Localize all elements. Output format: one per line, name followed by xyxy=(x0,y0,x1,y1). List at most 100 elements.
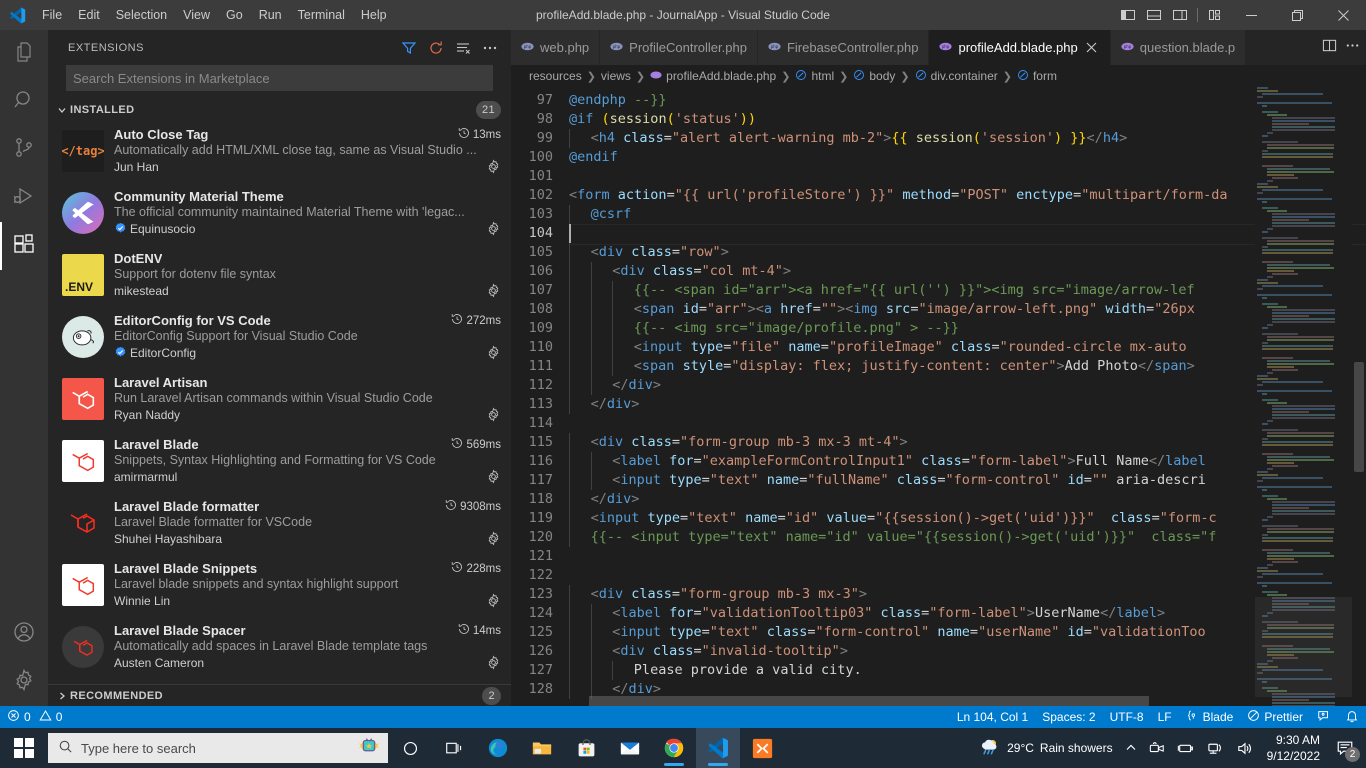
meet-now-icon[interactable] xyxy=(1143,728,1171,768)
list-item[interactable]: Laravel Artisan Run Laravel Artisan comm… xyxy=(48,369,511,431)
status-eol[interactable]: LF xyxy=(1151,706,1179,728)
code-line[interactable]: <label for="exampleFormControlInput1" cl… xyxy=(569,452,1366,471)
list-item[interactable]: Laravel Blade formatter 9308ms Laravel B… xyxy=(48,493,511,555)
code-line[interactable]: <label for="validationTooltip03" class="… xyxy=(569,604,1366,623)
taskbar-visual-studio-code-icon[interactable] xyxy=(696,728,740,768)
taskbar-google-chrome-icon[interactable] xyxy=(652,728,696,768)
code-line[interactable]: </div> xyxy=(569,376,1366,395)
breadcrumb-item-form[interactable]: form xyxy=(1017,69,1057,84)
extensions-list[interactable]: </tag> Auto Close Tag 13ms Automatically… xyxy=(48,121,511,684)
window-restore-button[interactable] xyxy=(1274,0,1320,30)
list-item[interactable]: Community Material Theme The official co… xyxy=(48,183,511,245)
status-cursor-position[interactable]: Ln 104, Col 1 xyxy=(950,706,1035,728)
code-line[interactable]: @endif xyxy=(569,148,1366,167)
status-indentation[interactable]: Spaces: 2 xyxy=(1035,706,1102,728)
code-line[interactable]: <div class="row"> xyxy=(569,243,1366,262)
vertical-scrollbar[interactable] xyxy=(1352,87,1366,706)
extension-manage-gear-icon[interactable] xyxy=(486,159,501,174)
breadcrumb-item-div-container[interactable]: div.container xyxy=(915,69,998,84)
code-line[interactable]: <input type="text" name="id" value="{{se… xyxy=(569,509,1366,528)
code-line[interactable]: <div class="invalid-tooltip"> xyxy=(569,642,1366,661)
code-line[interactable]: @if (session('status')) xyxy=(569,110,1366,129)
code-line[interactable]: @csrf xyxy=(569,205,1366,224)
breadcrumb-item-views[interactable]: views xyxy=(601,69,631,83)
breadcrumb-item-file[interactable]: profileAdd.blade.php xyxy=(650,69,776,84)
taskbar-search-box[interactable]: Type here to search xyxy=(48,733,388,763)
refresh-icon[interactable] xyxy=(425,37,447,59)
code-content[interactable]: @endphp --}} @if (session('status')) <h4 c… xyxy=(569,87,1366,706)
show-hidden-icons-button[interactable] xyxy=(1119,728,1143,768)
menu-go[interactable]: Go xyxy=(218,0,251,30)
code-line[interactable]: </div> xyxy=(569,395,1366,414)
taskbar-task-view-icon[interactable] xyxy=(432,728,476,768)
toggle-secondary-sidebar-icon[interactable] xyxy=(1167,0,1193,30)
code-line[interactable] xyxy=(569,547,1366,566)
horizontal-scrollbar[interactable] xyxy=(569,696,1255,706)
tab-profilecontroller-php[interactable]: php ProfileController.php xyxy=(600,30,758,65)
code-lines[interactable]: @endphp --}} @if (session('status')) <h4 c… xyxy=(569,91,1366,699)
extension-manage-gear-icon[interactable] xyxy=(486,407,501,422)
code-line[interactable] xyxy=(569,167,1366,186)
toggle-primary-sidebar-icon[interactable] xyxy=(1115,0,1141,30)
code-line[interactable]: <span style="display: flex; justify-cont… xyxy=(569,357,1366,376)
filter-icon[interactable] xyxy=(398,37,420,59)
code-line[interactable]: {{-- <input type="text" name="id" value=… xyxy=(569,528,1366,547)
customize-layout-icon[interactable] xyxy=(1202,0,1228,30)
menu-file[interactable]: File xyxy=(34,0,70,30)
status-encoding[interactable]: UTF-8 xyxy=(1103,706,1151,728)
extension-manage-gear-icon[interactable] xyxy=(486,531,501,546)
code-line[interactable]: <h4 class="alert alert-warning mb-2">{{ … xyxy=(569,129,1366,148)
status-problems[interactable]: 0 0 xyxy=(0,706,69,728)
menu-help[interactable]: Help xyxy=(353,0,395,30)
tab-profileadd-blade-php[interactable]: php profileAdd.blade.php xyxy=(929,30,1111,65)
activity-item-run-and-debug[interactable] xyxy=(0,174,48,222)
code-line[interactable]: {{-- <span id="arr"><a href="{{ url('') … xyxy=(569,281,1366,300)
list-item[interactable]: </tag> Auto Close Tag 13ms Automatically… xyxy=(48,121,511,183)
notification-center-button[interactable]: 2 xyxy=(1328,728,1362,768)
clear-search-results-icon[interactable] xyxy=(452,37,474,59)
window-minimize-button[interactable] xyxy=(1228,0,1274,30)
extension-manage-gear-icon[interactable] xyxy=(486,345,501,360)
activity-item-explorer[interactable] xyxy=(0,30,48,78)
code-line[interactable]: {{-- <img src="image/profile.png" > --}} xyxy=(569,319,1366,338)
code-line[interactable]: <input type="file" name="profileImage" c… xyxy=(569,338,1366,357)
code-line[interactable]: </div> xyxy=(569,490,1366,509)
code-line[interactable]: <input type="text" class="form-control" … xyxy=(569,623,1366,642)
status-language-mode[interactable]: Blade xyxy=(1179,706,1241,728)
status-feedback[interactable] xyxy=(1310,706,1338,728)
weather-widget[interactable]: 29°C Rain showers xyxy=(973,728,1119,768)
list-item[interactable]: Laravel Blade 569ms Snippets, Syntax Hig… xyxy=(48,431,511,493)
battery-icon[interactable] xyxy=(1171,728,1201,768)
code-line[interactable]: <form action="{{ url('profileStore') }}"… xyxy=(569,186,1366,205)
list-item[interactable]: Laravel Blade Spacer 14ms Automatically … xyxy=(48,617,511,679)
code-line[interactable] xyxy=(569,414,1366,433)
minimap[interactable] xyxy=(1255,87,1352,706)
breadcrumb-item-resources[interactable]: resources xyxy=(529,69,582,83)
list-item[interactable]: Laravel Blade Snippets 228ms Laravel bla… xyxy=(48,555,511,617)
tab-firebasecontroller-php[interactable]: php FirebaseController.php xyxy=(757,30,930,65)
code-line[interactable]: <div class="form-group mb-3 mx-3 mt-4"> xyxy=(569,433,1366,452)
toggle-panel-icon[interactable] xyxy=(1141,0,1167,30)
window-close-button[interactable] xyxy=(1320,0,1366,30)
search-extensions-input[interactable] xyxy=(66,65,493,91)
list-item[interactable]: EditorConfig for VS Code 272ms EditorCon… xyxy=(48,307,511,369)
extension-manage-gear-icon[interactable] xyxy=(486,469,501,484)
volume-icon[interactable] xyxy=(1230,728,1259,768)
network-icon[interactable] xyxy=(1201,728,1230,768)
taskbar-mail-icon[interactable] xyxy=(608,728,652,768)
code-line[interactable]: <div class="form-group mb-3 mx-3"> xyxy=(569,585,1366,604)
close-icon[interactable] xyxy=(1084,40,1100,56)
more-actions-icon[interactable] xyxy=(479,37,501,59)
code-line[interactable]: <span id="arr"><a href=""><img src="imag… xyxy=(569,300,1366,319)
code-line[interactable]: @endphp --}} xyxy=(569,91,1366,110)
extension-manage-gear-icon[interactable] xyxy=(486,593,501,608)
activity-item-extensions[interactable] xyxy=(0,222,48,270)
taskbar-microsoft-edge-icon[interactable] xyxy=(476,728,520,768)
start-button[interactable] xyxy=(0,728,48,768)
minimap-slider[interactable] xyxy=(1255,597,1352,697)
section-recommended[interactable]: RECOMMENDED 2 xyxy=(48,684,511,706)
extension-manage-gear-icon[interactable] xyxy=(486,283,501,298)
menu-run[interactable]: Run xyxy=(251,0,290,30)
code-line[interactable]: <input type="text" name="fullName" class… xyxy=(569,471,1366,490)
menu-terminal[interactable]: Terminal xyxy=(290,0,353,30)
